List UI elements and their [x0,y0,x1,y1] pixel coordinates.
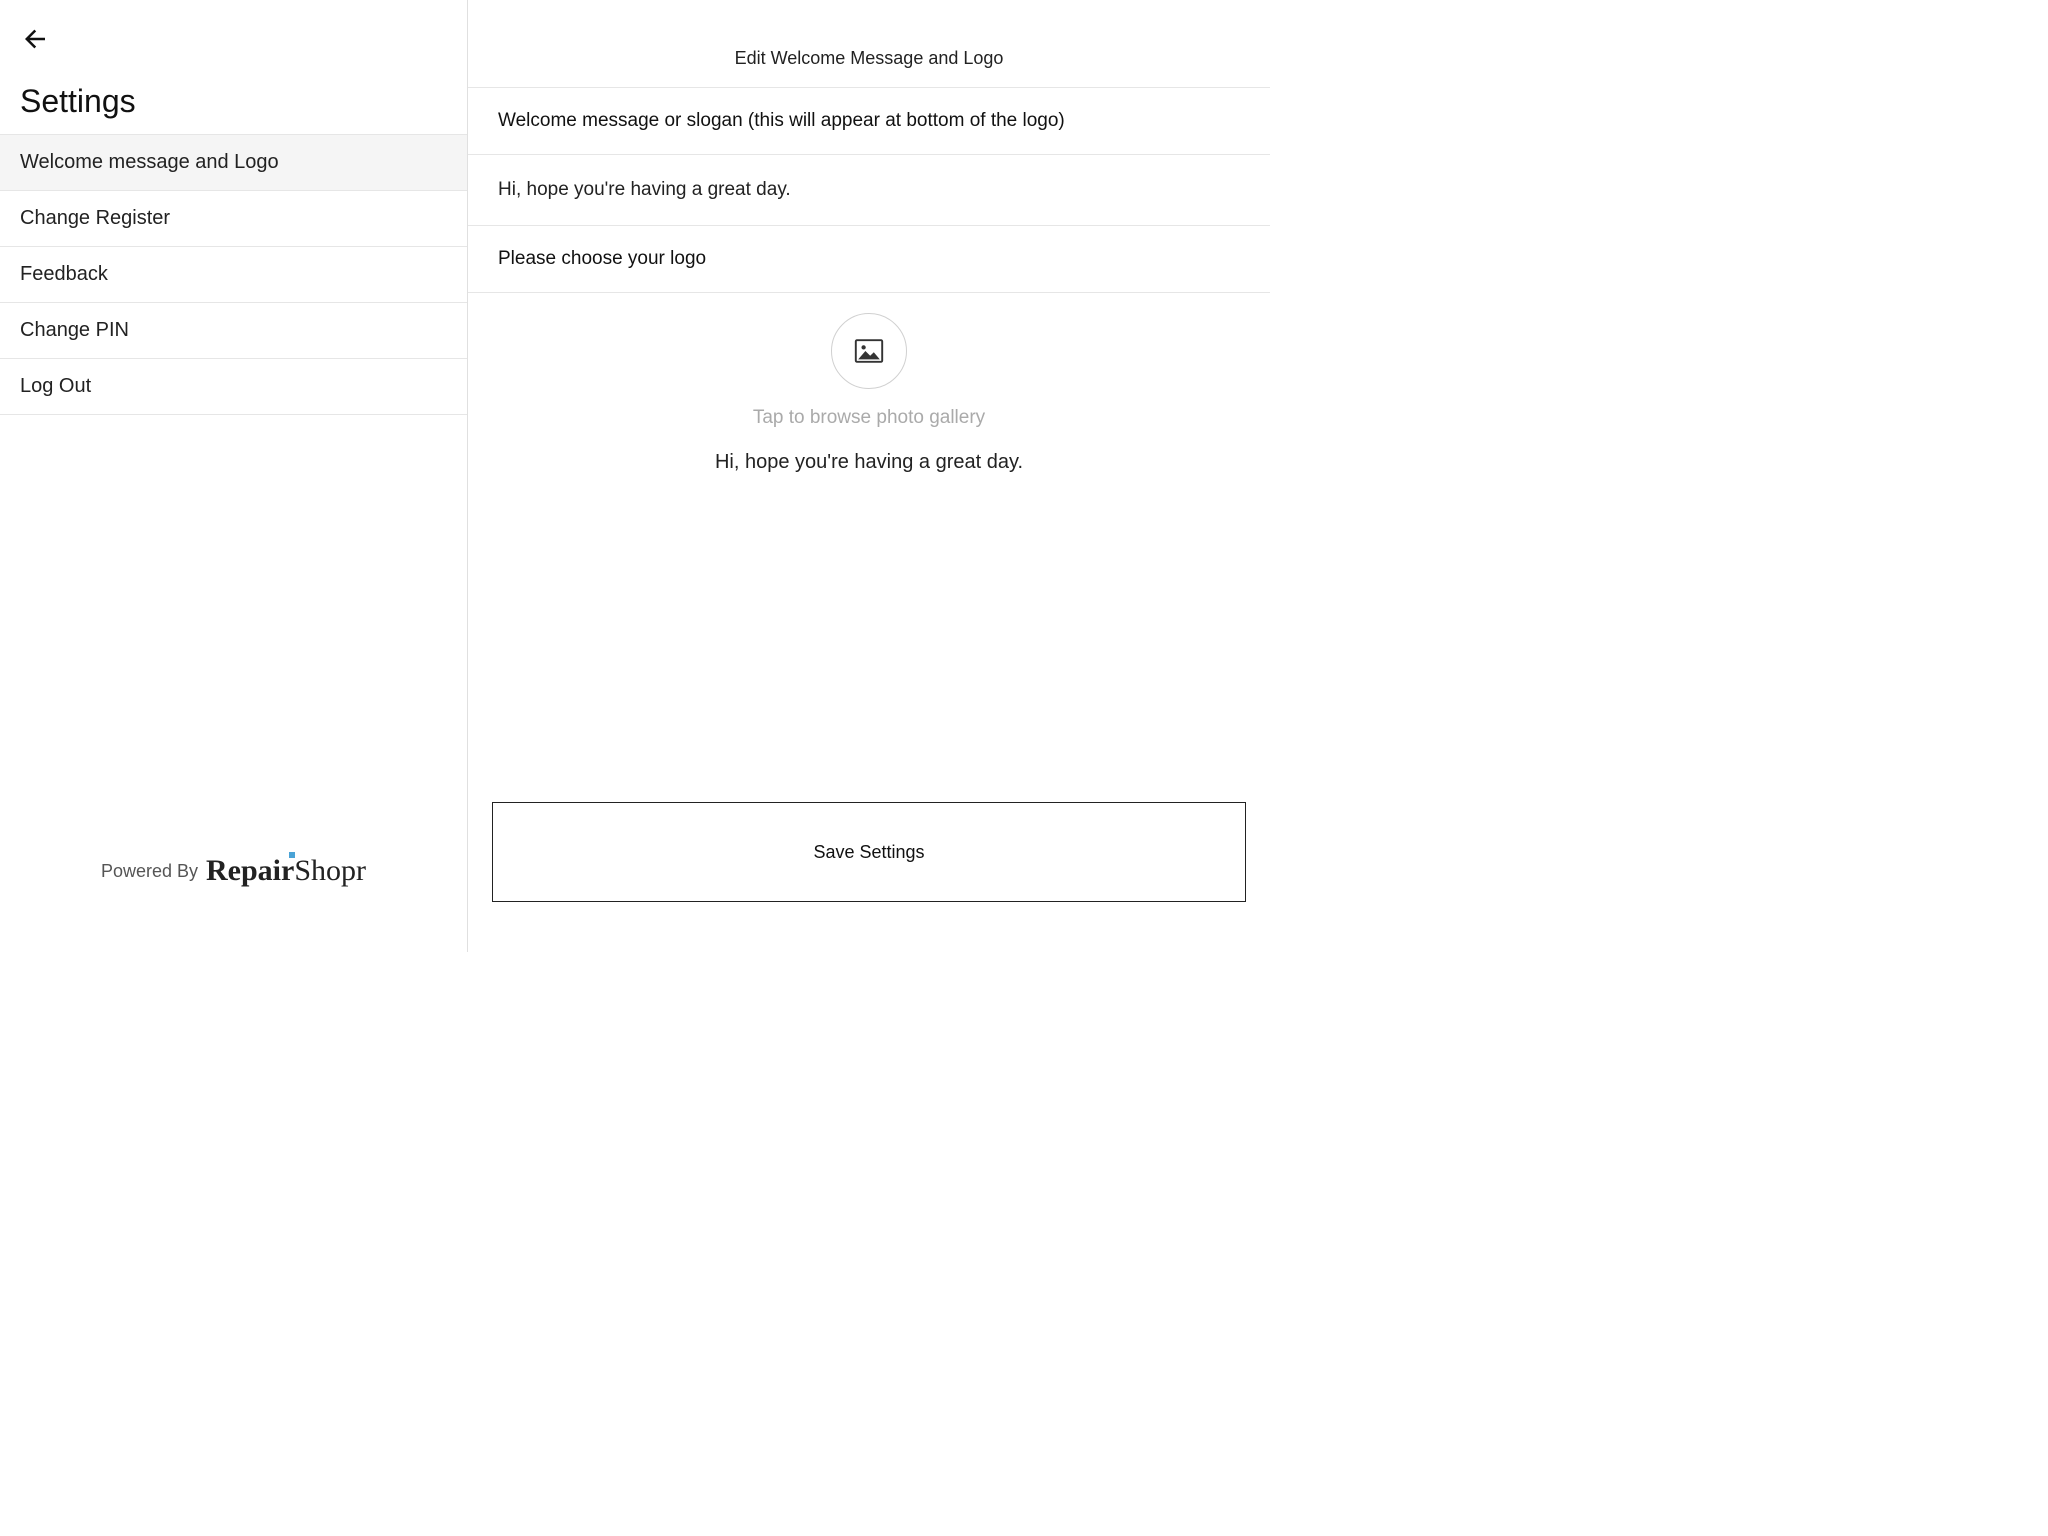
welcome-message-input[interactable] [468,155,1270,226]
logo-section-title: Please choose your logo [468,226,1270,293]
powered-by-footer: Powered By RepairShopr [0,854,467,888]
menu-item-log-out[interactable]: Log Out [0,359,467,415]
menu-item-label: Change Register [20,207,170,229]
page-title: Edit Welcome Message and Logo [468,0,1270,88]
menu-item-feedback[interactable]: Feedback [0,247,467,303]
welcome-preview-text: Hi, hope you're having a great day. [715,451,1023,474]
menu-item-change-pin[interactable]: Change PIN [0,303,467,359]
menu-item-label: Feedback [20,263,108,285]
sidebar: Settings Welcome message and Logo Change… [0,0,468,952]
browse-photo-button[interactable] [831,313,907,389]
main-content: Edit Welcome Message and Logo Welcome me… [468,0,1270,952]
menu-item-welcome-logo[interactable]: Welcome message and Logo [0,134,467,191]
save-settings-button[interactable]: Save Settings [492,802,1246,902]
image-icon [854,339,884,363]
welcome-section-title: Welcome message or slogan (this will app… [468,88,1270,155]
brand-shopr-text: Shopr [294,854,366,887]
sidebar-title: Settings [0,59,467,134]
logo-selector: Tap to browse photo gallery Hi, hope you… [468,293,1270,474]
brand-repair-text: Repair [206,854,294,887]
arrow-left-icon [20,24,50,54]
back-button[interactable] [0,0,467,59]
settings-menu: Welcome message and Logo Change Register… [0,134,467,415]
menu-item-label: Welcome message and Logo [20,151,279,173]
powered-by-text: Powered By [101,861,198,882]
tap-hint-text: Tap to browse photo gallery [753,407,985,429]
menu-item-change-register[interactable]: Change Register [0,191,467,247]
menu-item-label: Change PIN [20,319,129,341]
menu-item-label: Log Out [20,375,91,397]
brand-logo: RepairShopr [206,854,366,888]
